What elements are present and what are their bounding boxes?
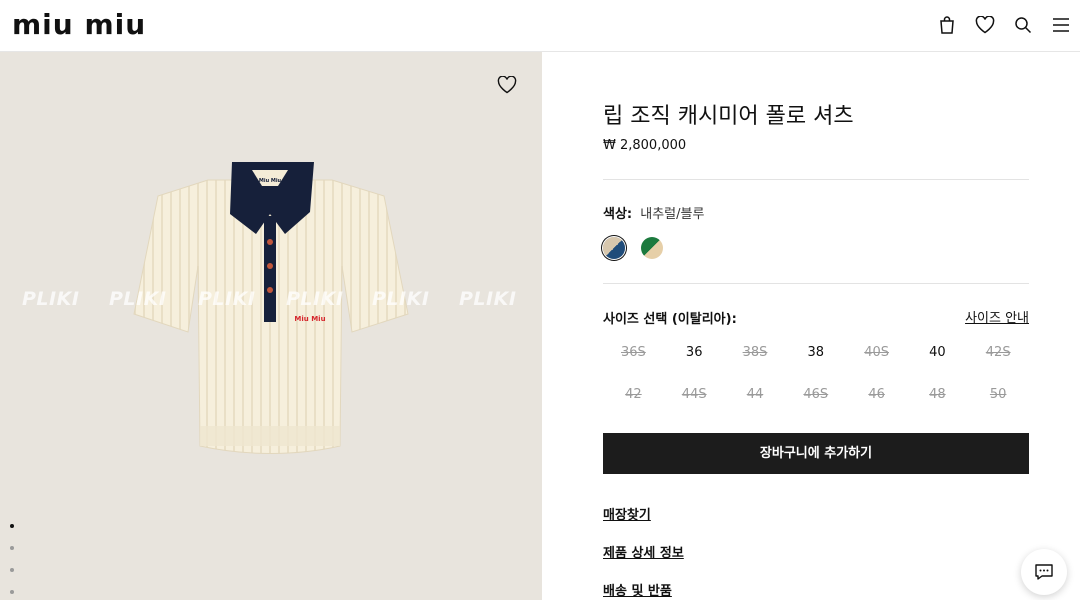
color-swatches — [603, 237, 679, 259]
gallery-dot[interactable] — [10, 568, 14, 572]
favorite-heart-icon[interactable] — [497, 75, 521, 98]
size-option[interactable]: 42 — [603, 384, 664, 426]
size-option[interactable]: 44S — [664, 384, 725, 426]
store-finder-link[interactable]: 매장찾기 — [603, 504, 651, 523]
swatch-natural-blue[interactable] — [603, 237, 625, 259]
size-option[interactable]: 40 — [907, 342, 968, 384]
heart-icon[interactable] — [966, 12, 1004, 38]
product-price: ₩ 2,800,000 — [603, 138, 687, 153]
gallery-dot[interactable] — [10, 524, 14, 528]
watermark-5: PLIKI — [372, 288, 430, 310]
collar-label: Miu Miu — [259, 178, 282, 184]
product-title: 립 조직 캐시미어 폴로 셔츠 — [603, 104, 854, 129]
svg-text:miu miu: miu miu — [12, 10, 146, 41]
size-option[interactable]: 46 — [846, 384, 907, 426]
chat-button[interactable] — [1021, 549, 1067, 595]
size-header: 사이즈 선택 (이탈리아): 사이즈 안내 — [603, 308, 1029, 327]
size-option[interactable]: 36S — [603, 342, 664, 384]
watermark-3: PLIKI — [198, 288, 256, 310]
watermark-4: PLIKI — [286, 288, 344, 310]
divider — [603, 283, 1029, 284]
color-value: 내추럴/블루 — [640, 207, 705, 222]
product-image-gallery[interactable]: Miu Miu Miu Miu PLIKI PLIKI PLIKI PLIKI … — [0, 52, 542, 600]
divider — [603, 179, 1029, 180]
watermark-1: PLIKI — [22, 288, 80, 310]
size-option[interactable]: 38S — [725, 342, 786, 384]
shipping-returns-link[interactable]: 배송 및 반품 — [603, 580, 672, 599]
gallery-dot[interactable] — [10, 546, 14, 550]
size-option[interactable]: 42S — [968, 342, 1029, 384]
site-header: miu miu — [0, 0, 1080, 52]
color-selection: 색상: 내추럴/블루 — [603, 203, 704, 222]
menu-icon[interactable] — [1042, 12, 1080, 38]
brand-logo[interactable]: miu miu — [12, 10, 156, 42]
gallery-dot[interactable] — [10, 590, 14, 594]
size-option[interactable]: 36 — [664, 342, 725, 384]
size-guide-link[interactable]: 사이즈 안내 — [965, 307, 1029, 326]
brand-logo-mark: miu miu — [12, 10, 146, 41]
size-option[interactable]: 44 — [725, 384, 786, 426]
gallery-pagination — [10, 524, 18, 600]
color-label: 색상: — [603, 207, 633, 222]
size-option[interactable]: 40S — [846, 342, 907, 384]
size-grid: 36S 36 38S 38 40S 40 42S 42 44S 44 46S 4… — [603, 342, 1029, 426]
add-to-cart-button[interactable]: 장바구니에 추가하기 — [603, 433, 1029, 474]
chat-icon — [1035, 564, 1053, 580]
size-option[interactable]: 48 — [907, 384, 968, 426]
polo-shirt-image: Miu Miu Miu Miu — [133, 162, 409, 454]
size-option[interactable]: 46S — [785, 384, 846, 426]
watermark-2: PLIKI — [109, 288, 167, 310]
size-label: 사이즈 선택 (이탈리아): — [603, 312, 737, 327]
search-icon[interactable] — [1004, 12, 1042, 38]
swatch-green-natural[interactable] — [641, 237, 663, 259]
header-icons — [928, 12, 1080, 38]
bag-icon[interactable] — [928, 12, 966, 38]
watermark-6: PLIKI — [459, 288, 517, 310]
product-details-link[interactable]: 제품 상세 정보 — [603, 542, 684, 561]
chest-logo: Miu Miu — [294, 315, 325, 323]
size-option[interactable]: 50 — [968, 384, 1029, 426]
size-option[interactable]: 38 — [785, 342, 846, 384]
